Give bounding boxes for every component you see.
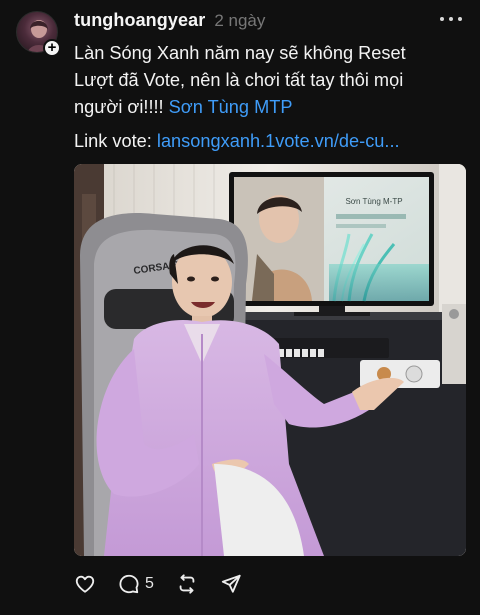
username[interactable]: tunghoangyear: [74, 10, 205, 31]
media-caption: Sơn Tùng M-TP: [345, 197, 402, 206]
dot: [458, 17, 462, 21]
repost-button[interactable]: [176, 572, 198, 596]
vote-link[interactable]: lansongxanh.1vote.vn/de-cu...: [157, 131, 400, 151]
dot: [440, 17, 444, 21]
comment-button[interactable]: 5: [118, 572, 154, 596]
plus-icon[interactable]: +: [43, 39, 61, 57]
send-icon: [221, 574, 241, 593]
action-bar: 5: [74, 572, 264, 596]
post-timestamp: 2 ngày: [214, 11, 266, 30]
post-text-line: Làn Sóng Xanh năm nay sẽ không Reset: [74, 43, 406, 63]
mention-link[interactable]: Sơn Tùng MTP: [169, 97, 293, 117]
post-image[interactable]: Sơn Tùng M-TP CORSAIR: [74, 164, 466, 556]
thread-post: + tunghoangyear 2 ngày Làn Sóng Xanh năm…: [0, 0, 480, 615]
repost-icon: [179, 574, 195, 594]
more-dots-icon[interactable]: [440, 12, 462, 26]
reply-count: 5: [145, 575, 154, 592]
post-header: tunghoangyear 2 ngày: [74, 10, 265, 34]
heart-icon: [75, 575, 95, 593]
post-text-line: Lượt đã Vote, nên là chơi tất tay thôi m…: [74, 70, 404, 90]
post-text: Làn Sóng Xanh năm nay sẽ không Reset Lượ…: [74, 40, 466, 121]
like-button[interactable]: [74, 572, 96, 596]
dot: [449, 17, 453, 21]
avatar-container[interactable]: +: [16, 11, 62, 57]
post-text-segment: người ơi!!!!: [74, 97, 169, 117]
comment-icon: [119, 574, 139, 594]
post-photo: Sơn Tùng M-TP CORSAIR: [74, 164, 466, 556]
vote-label: Link vote:: [74, 131, 157, 151]
vote-line: Link vote: lansongxanh.1vote.vn/de-cu...: [74, 128, 466, 155]
post-text-line: người ơi!!!! Sơn Tùng MTP: [74, 94, 466, 121]
share-button[interactable]: [220, 572, 242, 596]
